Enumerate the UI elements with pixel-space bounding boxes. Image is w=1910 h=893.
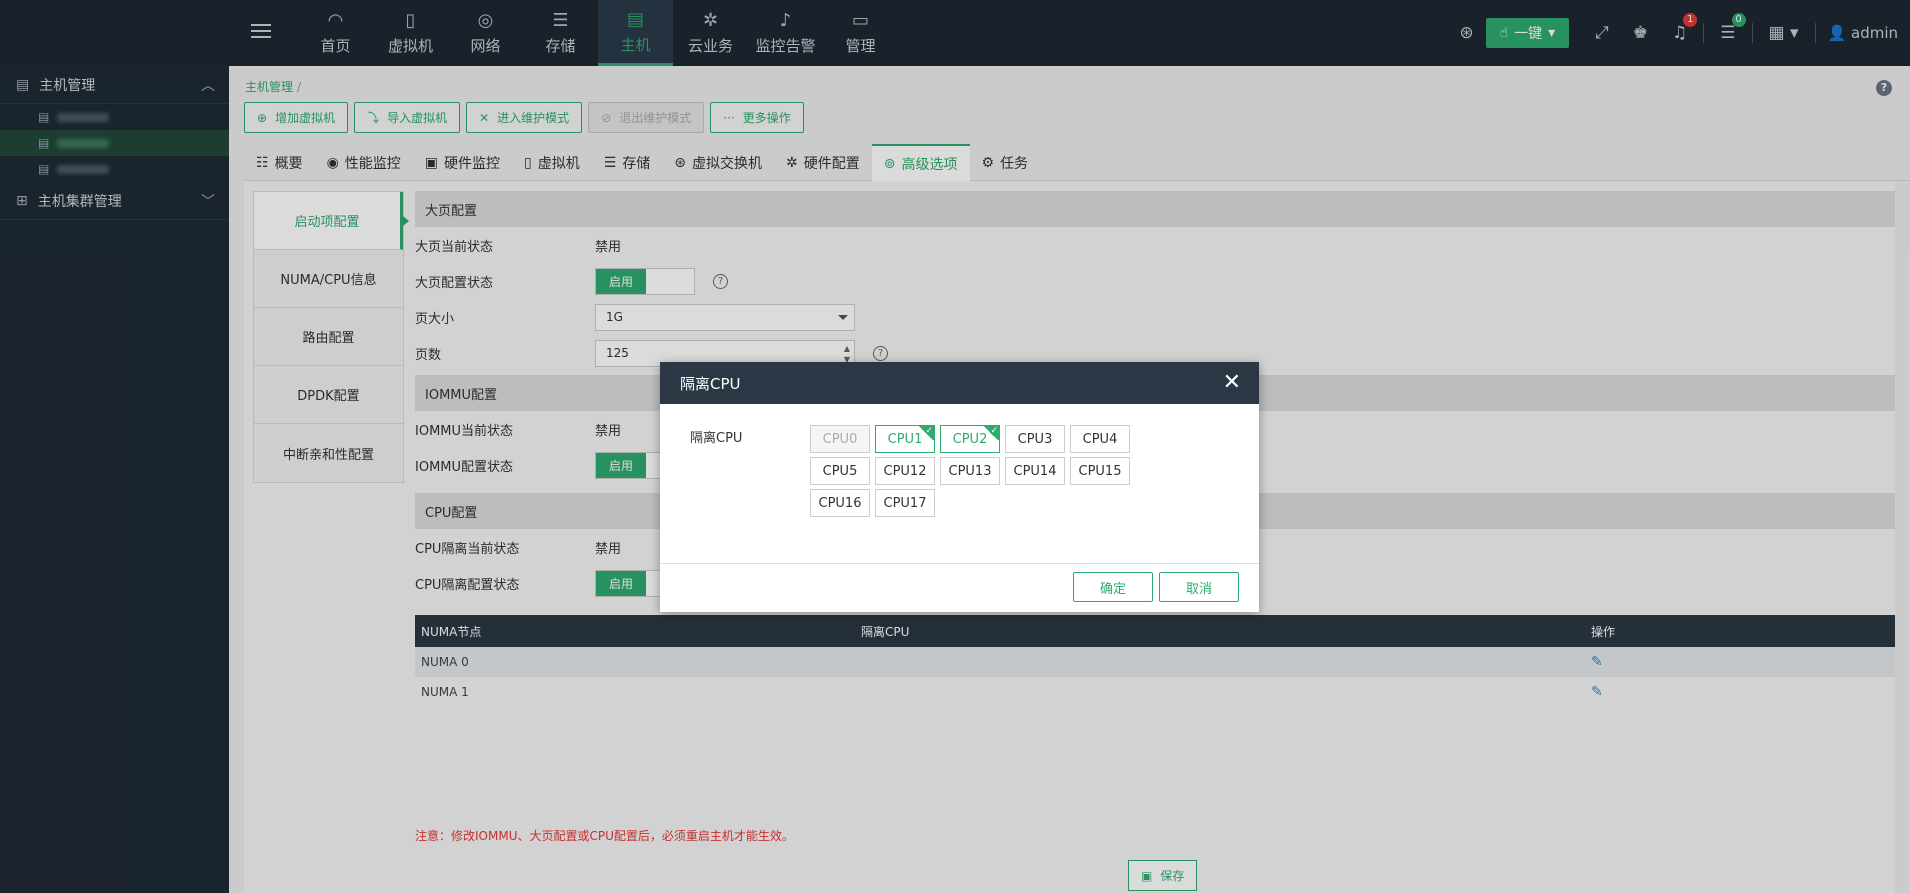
dialog-header: 隔离CPU ✕ <box>660 362 1259 404</box>
cpu-option[interactable]: CPU0 <box>810 425 870 453</box>
cpu-option[interactable]: CPU15 <box>1070 457 1130 485</box>
confirm-button[interactable]: 确定 <box>1073 572 1153 602</box>
cpu-option[interactable]: CPU17 <box>875 489 935 517</box>
cpu-option[interactable]: CPU4 <box>1070 425 1130 453</box>
dialog-body: 隔离CPU CPU0 CPU1 CPU2 CPU3 CPU4 CPU5 CPU1… <box>660 404 1259 564</box>
isolate-cpu-dialog: 隔离CPU ✕ 隔离CPU CPU0 CPU1 CPU2 CPU3 CPU4 C… <box>660 362 1259 612</box>
cpu-option[interactable]: CPU14 <box>1005 457 1065 485</box>
cpu-option[interactable]: CPU13 <box>940 457 1000 485</box>
cpu-option[interactable]: CPU2 <box>940 425 1000 453</box>
cpu-option[interactable]: CPU16 <box>810 489 870 517</box>
cpu-option[interactable]: CPU1 <box>875 425 935 453</box>
close-icon[interactable]: ✕ <box>1223 370 1241 395</box>
dialog-title: 隔离CPU <box>680 374 741 393</box>
cancel-button[interactable]: 取消 <box>1159 572 1239 602</box>
cpu-option-grid: CPU0 CPU1 CPU2 CPU3 CPU4 CPU5 CPU12 CPU1… <box>810 425 1140 517</box>
field-label: 隔离CPU <box>690 431 743 446</box>
cpu-option[interactable]: CPU5 <box>810 457 870 485</box>
cpu-option[interactable]: CPU3 <box>1005 425 1065 453</box>
dialog-footer: 确定 取消 <box>1073 572 1239 602</box>
cpu-option[interactable]: CPU12 <box>875 457 935 485</box>
